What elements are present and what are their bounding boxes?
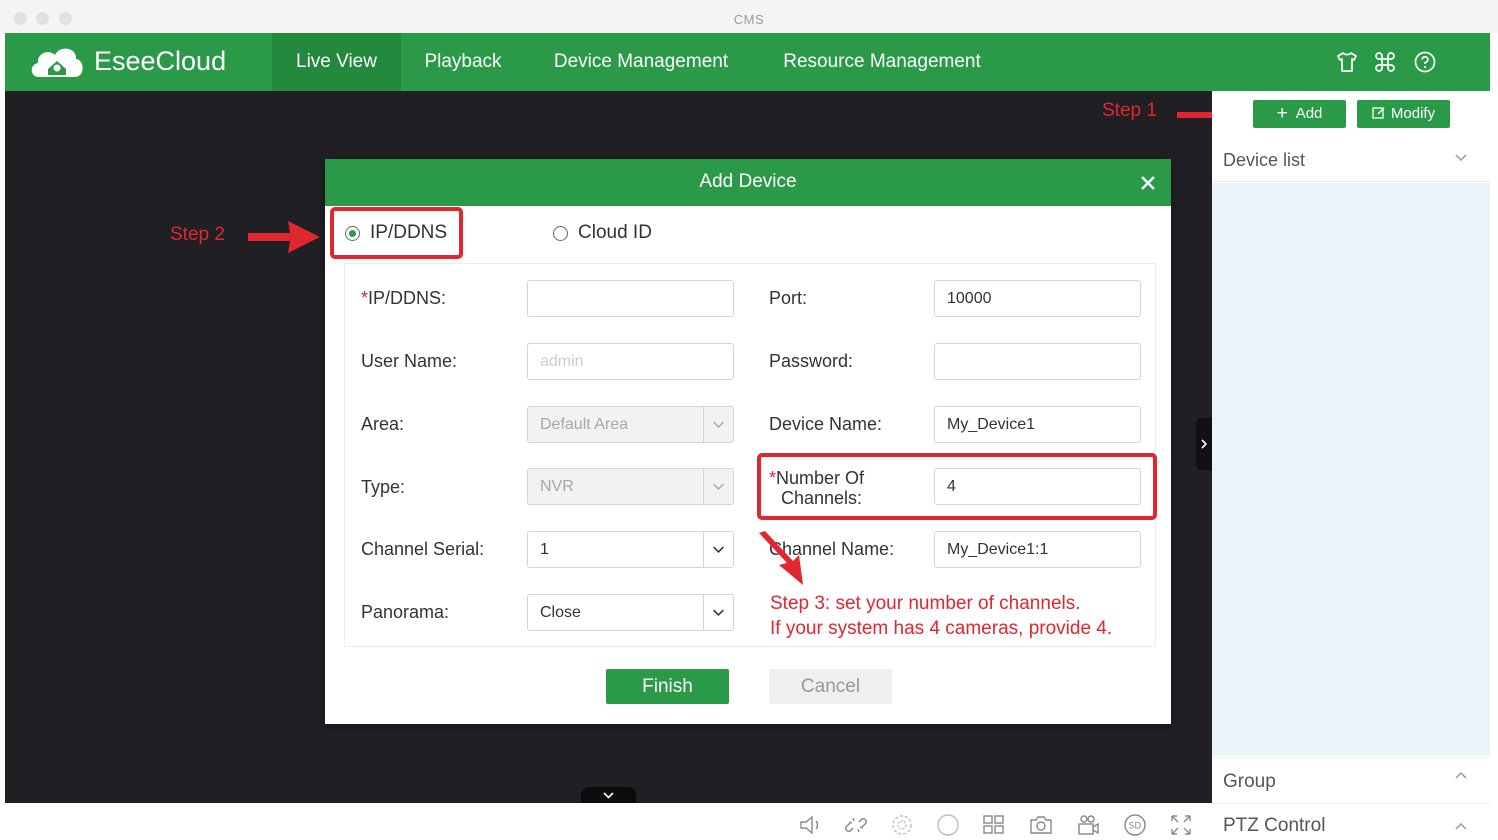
- channel-name-input[interactable]: My_Device1:1: [934, 531, 1141, 568]
- window-titlebar: CMS: [0, 0, 1498, 33]
- brand-name: EseeCloud: [94, 46, 227, 76]
- type-select: NVR: [527, 468, 734, 505]
- command-icon[interactable]: [1373, 50, 1397, 74]
- window-title: CMS: [733, 12, 765, 27]
- record-video-icon[interactable]: [1075, 812, 1101, 838]
- step2-label: Step 2: [170, 224, 225, 245]
- step3-arrow-icon: [759, 531, 803, 585]
- ptz-control-title: PTZ Control: [1223, 815, 1326, 836]
- nav-resource-management[interactable]: Resource Management: [762, 33, 1002, 91]
- shirt-icon[interactable]: [1335, 50, 1359, 74]
- add-device-dialog: Add Device IP/DDNS Cloud ID *IP/DDNS: Po…: [325, 159, 1171, 724]
- port-input[interactable]: 10000: [934, 280, 1141, 317]
- top-navbar: EseeCloud Live View Playback Device Mana…: [5, 33, 1490, 91]
- chevron-up-icon: [1455, 822, 1467, 830]
- type-label: Type:: [361, 477, 406, 497]
- ptz-control-header[interactable]: PTZ Control: [1212, 803, 1490, 840]
- username-input[interactable]: admin: [527, 343, 734, 380]
- circle-icon[interactable]: [935, 812, 961, 838]
- toolbar-collapse-tab[interactable]: [581, 787, 636, 804]
- radio-cloud-id[interactable]: Cloud ID: [553, 221, 673, 247]
- password-input[interactable]: [934, 343, 1141, 380]
- device-list-title: Device list: [1223, 150, 1306, 170]
- plus-icon: +: [1276, 103, 1288, 124]
- port-label: Port:: [769, 288, 808, 308]
- nav-live-view[interactable]: Live View: [272, 33, 401, 91]
- step3-text-line2: If your system has 4 cameras, provide 4.: [770, 618, 1113, 639]
- bottom-toolbar: SD: [5, 803, 1212, 840]
- ip-ddns-label: *IP/DDNS:: [361, 288, 447, 308]
- step1-label: Step 1: [1102, 100, 1157, 121]
- settings-icon[interactable]: [889, 812, 915, 838]
- radio-cloud-id-label: Cloud ID: [578, 222, 652, 243]
- group-header[interactable]: Group: [1212, 757, 1490, 801]
- ip-ddns-input[interactable]: [527, 280, 734, 317]
- finish-button[interactable]: Finish: [606, 669, 729, 704]
- device-name-label: Device Name:: [769, 414, 883, 434]
- unlink-icon[interactable]: [843, 812, 869, 838]
- step2-highlight-box: [330, 207, 463, 259]
- sd-quality-icon[interactable]: SD: [1122, 812, 1148, 838]
- chevron-down-icon: [1455, 154, 1467, 162]
- panorama-select[interactable]: Close: [527, 594, 734, 631]
- fullscreen-icon[interactable]: [1168, 812, 1194, 838]
- radio-button[interactable]: [553, 226, 568, 241]
- modify-device-button[interactable]: Modify: [1357, 100, 1450, 128]
- chevron-down-icon: [603, 792, 614, 799]
- step3-text-line1: Step 3: set your number of channels.: [770, 593, 1081, 614]
- chevron-up-icon: [1455, 771, 1467, 779]
- step2-arrow-icon: [248, 221, 320, 253]
- area-select: Default Area: [527, 406, 734, 443]
- snapshot-camera-icon[interactable]: [1028, 812, 1054, 838]
- chevron-down-icon: [703, 469, 724, 504]
- area-label: Area:: [361, 414, 405, 434]
- eseecloud-logo-icon: [31, 48, 83, 77]
- edit-icon: [1372, 107, 1385, 119]
- device-list-header[interactable]: Device list: [1212, 138, 1490, 182]
- step3-highlight-box: [757, 453, 1157, 520]
- nav-playback[interactable]: Playback: [405, 33, 521, 91]
- close-icon[interactable]: [1137, 172, 1159, 194]
- dialog-header: Add Device: [325, 159, 1171, 206]
- chevron-right-icon: [1201, 439, 1208, 449]
- cancel-button[interactable]: Cancel: [769, 669, 892, 704]
- channel-serial-label: Channel Serial:: [361, 539, 485, 559]
- volume-icon[interactable]: [797, 812, 823, 838]
- channel-serial-select[interactable]: 1: [527, 531, 734, 568]
- grid-layout-icon[interactable]: [981, 812, 1007, 838]
- password-label: Password:: [769, 351, 854, 371]
- nav-device-management[interactable]: Device Management: [531, 33, 751, 91]
- add-device-button[interactable]: + Add: [1253, 100, 1346, 128]
- chevron-down-icon: [703, 532, 724, 567]
- panorama-label: Panorama:: [361, 602, 450, 622]
- right-panel: + Add Modify Device list Group PTZ Contro…: [1212, 91, 1490, 840]
- chevron-down-icon: [703, 407, 724, 442]
- group-title: Group: [1223, 771, 1276, 792]
- help-icon[interactable]: [1413, 50, 1437, 74]
- chevron-down-icon: [703, 595, 724, 630]
- device-list-body[interactable]: [1212, 183, 1490, 756]
- device-name-input[interactable]: My_Device1: [934, 406, 1141, 443]
- dialog-title: Add Device: [699, 171, 797, 192]
- username-label: User Name:: [361, 351, 458, 371]
- svg-text:SD: SD: [1129, 822, 1142, 832]
- panel-toggle-tab[interactable]: [1196, 418, 1212, 470]
